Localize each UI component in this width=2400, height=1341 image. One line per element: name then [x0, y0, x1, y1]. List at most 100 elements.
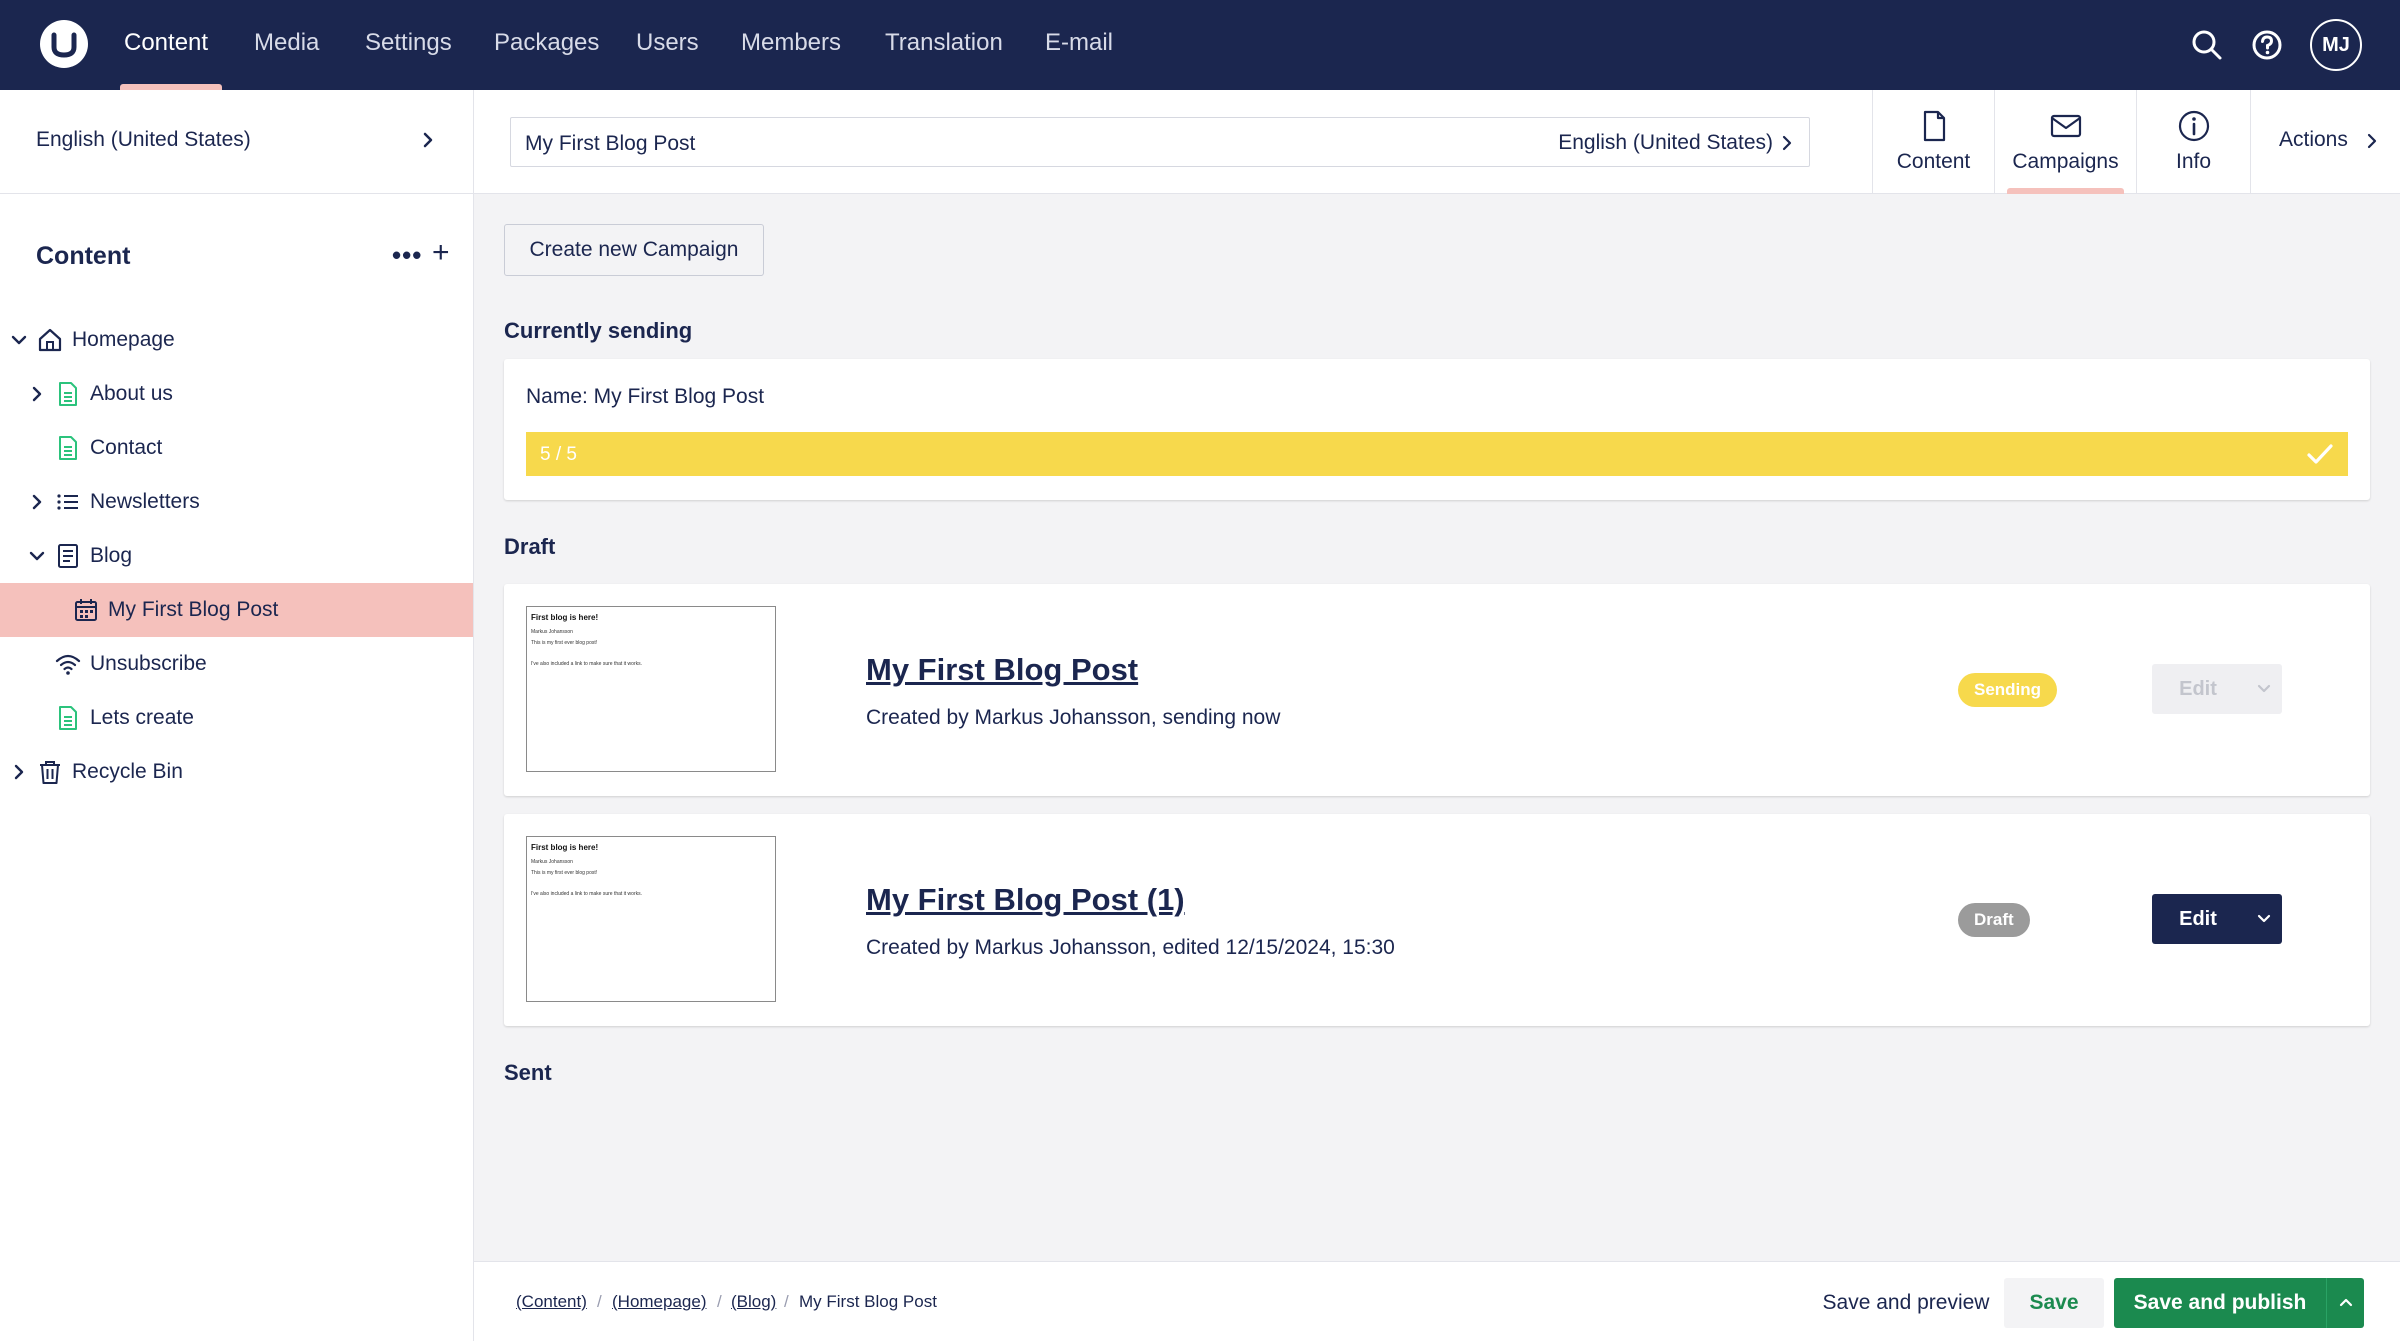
sent-heading: Sent — [504, 1060, 552, 1085]
chevron-right-icon[interactable] — [8, 761, 30, 783]
sidebar-title: Content — [36, 242, 131, 270]
tree-item-my-first-blog-post[interactable]: My First Blog Post — [0, 583, 473, 637]
status-badge: Sending — [1958, 673, 2058, 707]
save-and-publish-button[interactable]: Save and publish — [2114, 1278, 2326, 1328]
tree-item-unsubscribe[interactable]: Unsubscribe — [0, 637, 473, 691]
tree-item-newsletters[interactable]: Newsletters — [0, 475, 473, 529]
currently-sending-heading: Currently sending — [504, 318, 693, 343]
umbraco-logo[interactable] — [40, 20, 88, 68]
editor-footer: (Content) / (Homepage) / (Blog) / My Fir… — [474, 1261, 2400, 1341]
tree-item-blog[interactable]: Blog — [0, 529, 473, 583]
language-label: English (United States) — [36, 128, 251, 151]
create-campaign-button[interactable]: Create new Campaign — [504, 224, 764, 276]
nav-email[interactable]: E-mail — [1045, 0, 1113, 90]
nav-translation[interactable]: Translation — [885, 0, 1003, 90]
tree-item-label: Contact — [90, 436, 163, 459]
tree-item-homepage[interactable]: Homepage — [0, 313, 473, 367]
campaign-title-link[interactable]: My First Blog Post — [866, 652, 1138, 688]
thumbnail-line: I've also included a link to make sure t… — [531, 891, 643, 897]
thumbnail-line: Markus Johansson — [531, 629, 573, 635]
tree-item-label: Blog — [90, 544, 133, 567]
tab-label: Info — [2175, 150, 2212, 173]
actions-button[interactable]: Actions — [2250, 90, 2400, 194]
campaign-card: First blog is here! Markus Johansson Thi… — [504, 584, 2370, 796]
status-badge: Draft — [1958, 903, 2030, 937]
tree-item-lets-create[interactable]: Lets create — [0, 691, 473, 745]
blog-icon — [54, 542, 82, 570]
chevron-right-icon[interactable] — [26, 491, 48, 513]
nav-members[interactable]: Members — [741, 0, 841, 90]
tree-item-label: Unsubscribe — [90, 652, 207, 675]
nav-users[interactable]: Users — [636, 0, 699, 90]
campaign-card: First blog is here! Markus Johansson Thi… — [504, 814, 2370, 1026]
chevron-right-icon[interactable] — [26, 383, 48, 405]
calendar-icon — [72, 596, 100, 624]
chevron-down-icon[interactable] — [26, 545, 48, 567]
node-name-value: My First Blog Post — [525, 132, 696, 155]
draft-heading: Draft — [504, 534, 556, 559]
language-selector[interactable]: English (United States) — [0, 90, 473, 194]
thumbnail-title: First blog is here! — [531, 843, 599, 852]
tree-item-recycle-bin[interactable]: Recycle Bin — [0, 745, 473, 799]
save-and-preview-button[interactable]: Save and preview — [1806, 1278, 2006, 1328]
thumbnail-line: This is my first ever blog post! — [531, 870, 598, 876]
help-icon[interactable] — [2248, 26, 2286, 64]
campaign-title-link[interactable]: My First Blog Post (1) — [866, 882, 1185, 918]
tab-label: Content — [1896, 150, 1971, 173]
tree-item-label: Newsletters — [90, 490, 200, 513]
chevron-down-icon[interactable] — [2246, 894, 2282, 944]
breadcrumb-content[interactable]: (Content) — [516, 1292, 587, 1312]
trash-icon — [36, 758, 64, 786]
editor-header: My First Blog Post English (United State… — [474, 90, 2400, 194]
sending-campaign-name: Name: My First Blog Post — [526, 385, 765, 408]
tab-content[interactable]: Content — [1872, 90, 1994, 194]
chevron-right-icon — [418, 128, 438, 152]
tree-item-about-us[interactable]: About us — [0, 367, 473, 421]
tab-label: Campaigns — [2012, 150, 2119, 173]
checkmark-icon — [2306, 440, 2334, 468]
search-icon[interactable] — [2188, 26, 2226, 64]
breadcrumb-homepage[interactable]: (Homepage) — [612, 1292, 707, 1312]
chevron-down-icon[interactable] — [8, 329, 30, 351]
tree-item-label: Lets create — [90, 706, 194, 729]
edit-button-group[interactable]: Edit — [2152, 894, 2282, 944]
document-icon — [54, 704, 82, 732]
nav-settings[interactable]: Settings — [365, 0, 452, 90]
progress-fill — [526, 432, 2348, 476]
campaign-thumbnail[interactable]: First blog is here! Markus Johansson Thi… — [526, 606, 776, 772]
campaign-subtitle: Created by Markus Johansson, edited 12/1… — [866, 936, 1395, 959]
document-icon — [54, 434, 82, 462]
tree-item-contact[interactable]: Contact — [0, 421, 473, 475]
save-and-publish-button-group[interactable]: Save and publish — [2114, 1278, 2364, 1328]
nav-content[interactable]: Content — [119, 0, 223, 90]
edit-button: Edit — [2179, 678, 2217, 700]
thumbnail-line: Markus Johansson — [531, 859, 573, 865]
tree-item-label: Recycle Bin — [72, 760, 183, 783]
home-icon — [36, 326, 64, 354]
tab-campaigns[interactable]: Campaigns — [1994, 90, 2136, 194]
user-avatar[interactable]: MJ — [2310, 19, 2362, 71]
edit-button[interactable]: Edit — [2152, 894, 2244, 944]
list-icon — [54, 488, 82, 516]
nav-packages[interactable]: Packages — [494, 0, 599, 90]
info-icon — [2176, 108, 2212, 144]
add-icon[interactable]: + — [432, 236, 450, 270]
culture-switcher[interactable]: English (United States) — [1558, 131, 1773, 155]
node-name-input[interactable]: My First Blog Post English (United State… — [510, 117, 1810, 167]
breadcrumb-blog[interactable]: (Blog) — [731, 1292, 776, 1312]
chevron-right-icon — [2365, 130, 2379, 152]
breadcrumb-current: My First Blog Post — [799, 1292, 937, 1311]
save-button[interactable]: Save — [2004, 1278, 2104, 1328]
chevron-up-icon[interactable] — [2326, 1278, 2364, 1328]
thumbnail-title: First blog is here! — [531, 613, 599, 622]
wifi-icon — [54, 650, 82, 678]
more-options-icon[interactable]: ••• — [392, 240, 422, 271]
campaign-subtitle: Created by Markus Johansson, sending now — [866, 706, 1281, 729]
chevron-down-icon — [2246, 664, 2282, 714]
nav-media[interactable]: Media — [254, 0, 319, 90]
campaign-thumbnail[interactable]: First blog is here! Markus Johansson Thi… — [526, 836, 776, 1002]
thumbnail-line: I've also included a link to make sure t… — [531, 661, 643, 667]
edit-button-group: Edit — [2152, 664, 2282, 714]
breadcrumb-separator: / — [717, 1292, 722, 1311]
tab-info[interactable]: Info — [2136, 90, 2250, 194]
